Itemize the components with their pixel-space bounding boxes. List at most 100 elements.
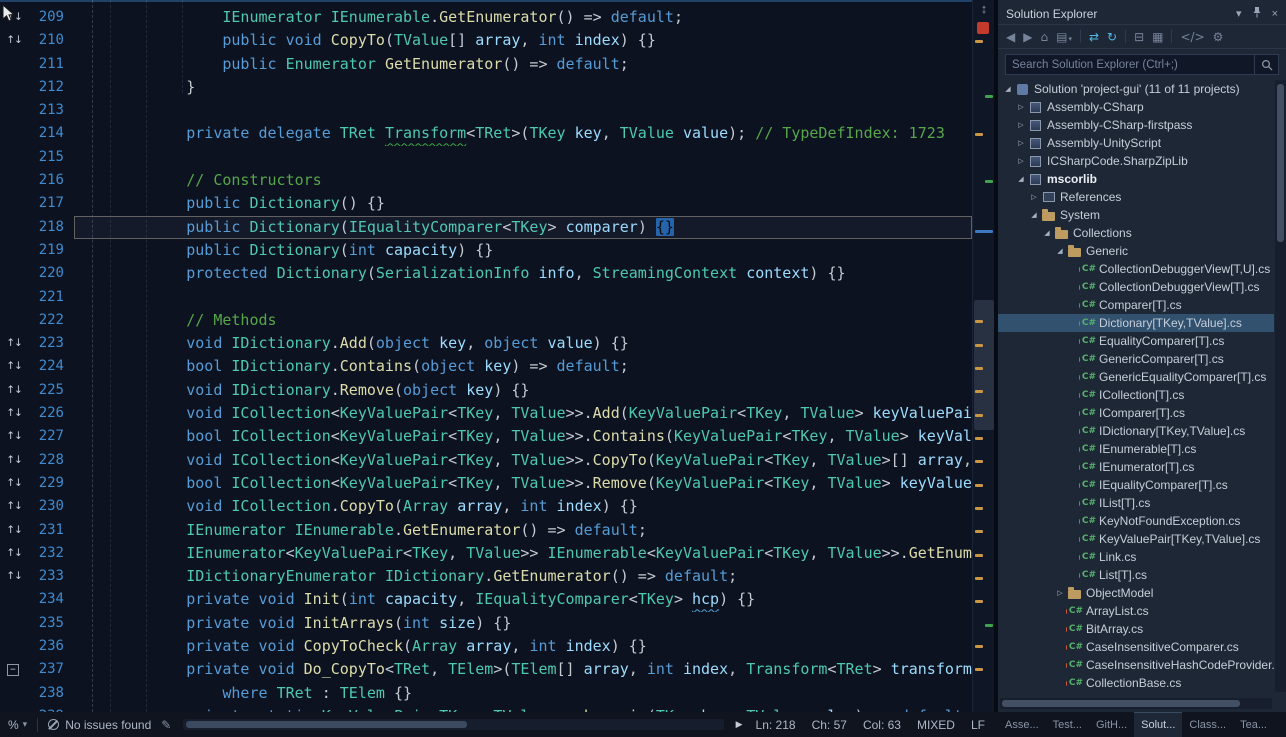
tree-item[interactable]: C#GenericEqualityComparer[T].cs <box>998 368 1274 386</box>
forward-icon[interactable]: ▶ <box>1023 31 1032 43</box>
code-line-220[interactable]: 220 protected Dictionary(SerializationIn… <box>0 262 972 285</box>
zoom-control[interactable]: % ▾ <box>8 718 27 732</box>
expander-expanded-icon[interactable]: ◢ <box>1054 247 1066 255</box>
tree-item[interactable]: C#Link.cs <box>998 548 1274 566</box>
editor-horizontal-scrollbar[interactable] <box>183 719 723 730</box>
tree-item[interactable]: C#List[T].cs <box>998 566 1274 584</box>
expander-expanded-icon[interactable]: ◢ <box>1015 175 1027 183</box>
tree-horizontal-scrollbar[interactable] <box>1000 698 1272 709</box>
code-line-225[interactable]: ↑↓225 void IDictionary.Remove(object key… <box>0 379 972 402</box>
tree-item[interactable]: C#CollectionDebuggerView[T].cs <box>998 278 1274 296</box>
tree-item[interactable]: ▷Assembly-CSharp <box>998 98 1274 116</box>
implements-arrows-icon[interactable]: ↑↓ <box>0 495 28 518</box>
code-line-229[interactable]: ↑↓229 bool ICollection<KeyValuePair<TKey… <box>0 472 972 495</box>
tree-item[interactable]: ◢Collections <box>998 224 1274 242</box>
encoding-indicator[interactable]: MIXED <box>914 718 958 732</box>
code-line-233[interactable]: ↑↓233 IDictionaryEnumerator IDictionary.… <box>0 565 972 588</box>
code-line-236[interactable]: 236 private void CopyToCheck(Array array… <box>0 635 972 658</box>
tree-item[interactable]: C#IEnumerator[T].cs <box>998 458 1274 476</box>
view-code-icon[interactable]: </> <box>1180 31 1204 43</box>
code-line-226[interactable]: ↑↓226 void ICollection<KeyValuePair<TKey… <box>0 402 972 425</box>
expander-expanded-icon[interactable]: ◢ <box>1041 229 1053 237</box>
tree-item[interactable]: C#Dictionary[TKey,TValue].cs <box>998 314 1274 332</box>
code-line-223[interactable]: ↑↓223 void IDictionary.Add(object key, o… <box>0 332 972 355</box>
tree-vscroll-thumb[interactable] <box>1277 84 1284 242</box>
expander-collapsed-icon[interactable]: ▷ <box>1054 589 1066 597</box>
back-icon[interactable]: ◀ <box>1006 31 1015 43</box>
tree-item[interactable]: ▷ICSharpCode.SharpZipLib <box>998 152 1274 170</box>
tree-item[interactable]: C#BitArray.cs <box>998 620 1274 638</box>
pen-icon[interactable]: ✎ <box>161 718 171 732</box>
show-all-files-icon[interactable]: ▦ <box>1152 31 1163 43</box>
code-line-211[interactable]: 211 public Enumerator GetEnumerator() =>… <box>0 53 972 76</box>
expander-expanded-icon[interactable]: ◢ <box>1002 85 1014 93</box>
search-input[interactable] <box>1006 59 1254 71</box>
properties-icon[interactable]: ⚙ <box>1213 31 1224 43</box>
tree-item[interactable]: C#IComparer[T].cs <box>998 404 1274 422</box>
tree-item[interactable]: C#IDictionary[TKey,TValue].cs <box>998 422 1274 440</box>
tree-item[interactable]: C#IList[T].cs <box>998 494 1274 512</box>
tree-item[interactable]: C#ICollection[T].cs <box>998 386 1274 404</box>
code-line-231[interactable]: ↑↓231 IEnumerator IEnumerable.GetEnumera… <box>0 519 972 542</box>
tree-item[interactable]: ◢Generic <box>998 242 1274 260</box>
code-line-237[interactable]: 237− private void Do_CopyTo<TRet, TElem>… <box>0 658 972 681</box>
code-line-230[interactable]: ↑↓230 void ICollection.CopyTo(Array arra… <box>0 495 972 518</box>
code-line-219[interactable]: 219 public Dictionary(int capacity) {} <box>0 239 972 262</box>
tree-item[interactable]: C#Comparer[T].cs <box>998 296 1274 314</box>
panel-tab[interactable]: Solut... <box>1134 712 1182 737</box>
line-indicator[interactable]: Ln: 218 <box>753 718 799 732</box>
implements-arrows-icon[interactable]: ↑↓ <box>0 425 28 448</box>
implements-arrows-icon[interactable]: ↑↓ <box>0 565 28 588</box>
code-line-232[interactable]: ↑↓232 IEnumerator<KeyValuePair<TKey, TVa… <box>0 542 972 565</box>
close-icon[interactable]: × <box>1272 8 1278 20</box>
line-ending-indicator[interactable]: LF <box>968 718 988 732</box>
expander-collapsed-icon[interactable]: ▷ <box>1015 157 1027 165</box>
search-icon[interactable] <box>1254 55 1278 74</box>
tree-item[interactable]: C#KeyValuePair[TKey,TValue].cs <box>998 530 1274 548</box>
tree-item[interactable]: ▷References <box>998 188 1274 206</box>
tree-hscroll-thumb[interactable] <box>1002 700 1240 707</box>
refresh-icon[interactable]: ↻ <box>1107 31 1117 43</box>
code-line-213[interactable]: 213 <box>0 99 972 122</box>
expander-collapsed-icon[interactable]: ▷ <box>1015 121 1027 129</box>
implements-arrows-icon[interactable]: ↑↓ <box>0 379 28 402</box>
tree-item[interactable]: ▷Assembly-CSharp-firstpass <box>998 116 1274 134</box>
tree-item[interactable]: C#GenericComparer[T].cs <box>998 350 1274 368</box>
code-line-221[interactable]: 221 <box>0 286 972 309</box>
tree-item[interactable]: C#CaseInsensitiveHashCodeProvider.cs <box>998 656 1274 674</box>
code-line-239[interactable]: 239 private static KeyValuePair<TKey, TV… <box>0 705 972 712</box>
pin-icon[interactable] <box>1252 6 1262 21</box>
split-window-grip-icon[interactable]: ↕ <box>973 1 994 16</box>
expander-expanded-icon[interactable]: ◢ <box>1028 211 1040 219</box>
code-line-212[interactable]: 212 } <box>0 76 972 99</box>
tree-item[interactable]: C#IEqualityComparer[T].cs <box>998 476 1274 494</box>
code-line-210[interactable]: ↑↓210 public void CopyTo(TValue[] array,… <box>0 29 972 52</box>
panel-tab[interactable]: Asse... <box>998 712 1046 737</box>
tree-item[interactable]: ▷ObjectModel <box>998 584 1274 602</box>
code-line-218[interactable]: 218 public Dictionary(IEqualityComparer<… <box>0 216 972 239</box>
home-icon[interactable]: ⌂ <box>1040 31 1048 43</box>
tree-item[interactable]: C#CollectionDebuggerView[T,U].cs <box>998 260 1274 278</box>
expander-collapsed-icon[interactable]: ▷ <box>1015 139 1027 147</box>
tree-item[interactable]: C#CollectionBase.cs <box>998 674 1274 692</box>
expander-collapsed-icon[interactable]: ▷ <box>1028 193 1040 201</box>
code-line-234[interactable]: 234 private void Init(int capacity, IEqu… <box>0 588 972 611</box>
tree-vertical-scrollbar[interactable] <box>1275 80 1286 692</box>
document-health-indicator[interactable]: No issues found <box>48 718 151 732</box>
chevron-down-icon[interactable]: ▾ <box>1236 7 1242 20</box>
implements-arrows-icon[interactable]: ↑↓ <box>0 332 28 355</box>
code-line-235[interactable]: 235 private void InitArrays(int size) {} <box>0 612 972 635</box>
code-line-238[interactable]: 238 where TRet : TElem {} <box>0 682 972 705</box>
char-indicator[interactable]: Ch: 57 <box>809 718 850 732</box>
tree-item[interactable]: C#KeyNotFoundException.cs <box>998 512 1274 530</box>
implements-arrows-icon[interactable]: ↑↓ <box>0 449 28 472</box>
code-line-216[interactable]: 216 // Constructors <box>0 169 972 192</box>
panel-title-bar[interactable]: Solution Explorer ▾ × <box>998 0 1286 24</box>
implements-arrows-icon[interactable]: ↑↓ <box>0 472 28 495</box>
collapse-all-icon[interactable]: ⊟ <box>1134 31 1144 43</box>
code-line-214[interactable]: 214 private delegate TRet Transform<TRet… <box>0 122 972 145</box>
fold-collapse-icon[interactable]: − <box>7 664 19 676</box>
horizontal-scrollbar-thumb[interactable] <box>186 721 467 728</box>
tree-item[interactable]: ◢System <box>998 206 1274 224</box>
code-line-215[interactable]: 215 <box>0 146 972 169</box>
